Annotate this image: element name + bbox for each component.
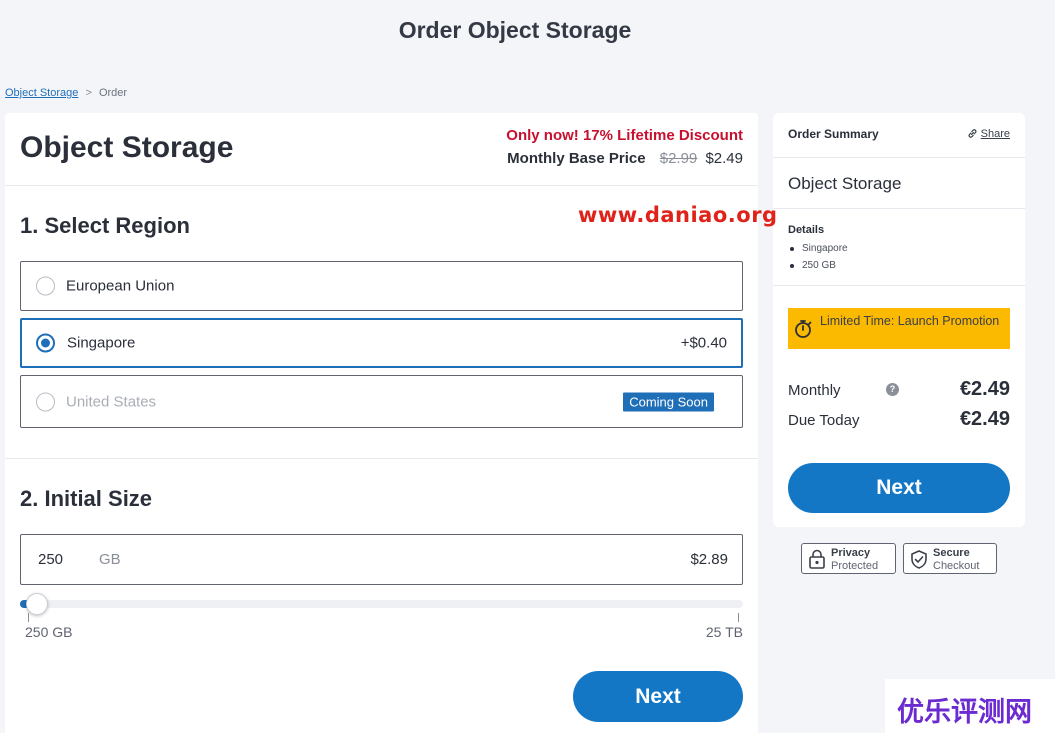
- size-slider-handle[interactable]: [26, 593, 48, 615]
- stopwatch-icon: [795, 320, 812, 338]
- share-label: Share: [980, 128, 1010, 140]
- region-option-singapore[interactable]: Singapore +$0.40: [20, 318, 743, 368]
- secure-title: Secure: [933, 547, 970, 559]
- next-button[interactable]: Next: [573, 671, 743, 722]
- summary-next-button[interactable]: Next: [788, 463, 1010, 513]
- base-price-label: Monthly Base Price: [507, 150, 646, 167]
- breadcrumb: Object Storage > Order: [5, 87, 127, 99]
- size-section-title: 2. Initial Size: [20, 486, 153, 511]
- region-option-european-union[interactable]: European Union: [20, 261, 743, 311]
- promo-text: Limited Time: Launch Promotion: [820, 314, 1000, 328]
- due-today-value: €2.49: [959, 408, 1010, 430]
- privacy-title: Privacy: [831, 547, 871, 559]
- page-title: Order Object Storage: [398, 17, 632, 43]
- region-name: European Union: [66, 277, 175, 295]
- slider-max-label: 25 TB: [705, 624, 743, 640]
- order-summary-panel: Order Summary Share Object Storage Detai…: [773, 113, 1025, 527]
- breadcrumb-link-object-storage[interactable]: Object Storage: [5, 87, 78, 99]
- details-list: Singapore 250 GB: [789, 240, 848, 274]
- summary-product: Object Storage: [773, 158, 1025, 209]
- slider-min-tick: [28, 613, 29, 622]
- order-summary-title: Order Summary: [788, 127, 879, 141]
- coming-soon-badge: Coming Soon: [623, 392, 714, 411]
- size-slider-track[interactable]: [20, 600, 743, 608]
- radio-button[interactable]: [36, 276, 55, 296]
- slider-max-tick: [738, 613, 739, 622]
- summary-product-name: Object Storage: [788, 174, 902, 193]
- region-name: United States: [66, 393, 157, 410]
- radio-button-checked[interactable]: [36, 333, 55, 353]
- product-title: Object Storage: [20, 131, 234, 164]
- size-input-box[interactable]: 250 GB $2.89: [20, 534, 743, 585]
- region-option-united-states: United States Coming Soon: [20, 375, 743, 428]
- details-item: 250 GB: [789, 257, 848, 274]
- lock-icon: [809, 549, 825, 569]
- size-unit: GB: [99, 551, 121, 568]
- product-header: Object Storage Only now! 17% Lifetime Di…: [5, 113, 758, 186]
- new-price: $2.49: [705, 150, 743, 167]
- corner-logo-text: 优乐评测网: [897, 697, 1032, 728]
- secure-subtitle: Checkout: [933, 560, 980, 572]
- corner-logo: 优乐评测网: [885, 679, 1055, 733]
- region-name: Singapore: [67, 334, 136, 352]
- details-label: Details: [788, 224, 825, 236]
- shield-check-icon: [911, 550, 927, 569]
- due-today-label: Due Today: [788, 412, 860, 429]
- size-price: $2.89: [690, 551, 728, 568]
- region-surcharge: +$0.40: [680, 334, 727, 352]
- discount-banner: Only now! 17% Lifetime Discount: [506, 127, 743, 144]
- order-summary-header: Order Summary Share: [773, 113, 1025, 158]
- link-icon: [968, 129, 977, 138]
- help-icon[interactable]: ?: [886, 383, 899, 396]
- section-divider: [5, 458, 758, 459]
- share-link[interactable]: Share: [967, 128, 1010, 140]
- base-price: Monthly Base Price $2.99 $2.49: [507, 150, 743, 167]
- monthly-value: €2.49: [959, 378, 1010, 400]
- slider-min-label: 250 GB: [25, 624, 73, 640]
- watermark: www.daniao.org: [578, 203, 778, 227]
- summary-details: Details Singapore 250 GB: [773, 209, 1025, 286]
- secure-checkout-badge: Secure Checkout: [903, 543, 997, 574]
- promo-banner: Limited Time: Launch Promotion: [788, 308, 1010, 349]
- privacy-protected-badge: Privacy Protected: [801, 543, 896, 574]
- size-input-value[interactable]: 250: [38, 551, 63, 568]
- breadcrumb-current: Order: [98, 87, 128, 99]
- old-price: $2.99: [659, 150, 698, 167]
- privacy-subtitle: Protected: [831, 560, 879, 572]
- monthly-label: Monthly: [788, 382, 841, 399]
- breadcrumb-separator: >: [85, 87, 92, 99]
- details-item: Singapore: [789, 240, 848, 257]
- region-section-title: 1. Select Region: [20, 213, 190, 238]
- radio-button-disabled: [36, 392, 55, 411]
